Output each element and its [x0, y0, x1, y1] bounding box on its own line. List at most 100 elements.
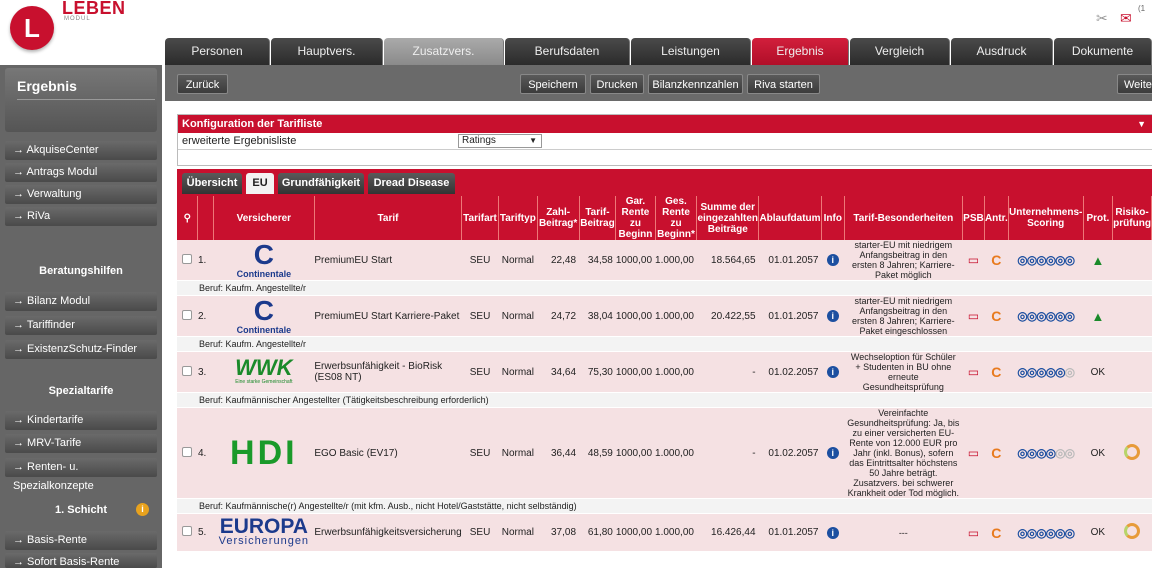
- tab-eu[interactable]: EU: [246, 173, 274, 194]
- risk-check-icon[interactable]: [1124, 443, 1141, 460]
- tab-personen[interactable]: Personen: [165, 38, 270, 65]
- search-icon[interactable]: ⚲: [184, 213, 191, 224]
- save-button[interactable]: Speichern: [520, 74, 586, 94]
- print-button[interactable]: Drucken: [590, 74, 644, 94]
- application-icon[interactable]: C: [991, 525, 1001, 541]
- sidebar-item-mrv-tarife[interactable]: → MRV-Tarife: [5, 434, 157, 453]
- info-icon[interactable]: i: [826, 310, 839, 322]
- row-checkbox[interactable]: [182, 526, 193, 536]
- sidebar-item-verwaltung[interactable]: → Verwaltung: [5, 185, 157, 204]
- psb-cell: ▭: [962, 351, 985, 393]
- application-icon[interactable]: C: [991, 445, 1001, 461]
- sidebar-item-bilanz-modul[interactable]: → Bilanz Modul: [5, 292, 157, 311]
- protokoll-status: OK: [1083, 513, 1113, 552]
- occupation-text: Beruf: Kaufmännischer Angestellter (Täti…: [177, 392, 1152, 408]
- tab-zusatzvers[interactable]: Zusatzvers.: [384, 38, 504, 65]
- tools-icon[interactable]: ✂: [1096, 10, 1108, 27]
- info-icon[interactable]: i: [826, 447, 839, 459]
- warning-icon[interactable]: ▲: [1091, 309, 1104, 324]
- info-cell: i: [821, 513, 845, 552]
- sidebar-item-riva[interactable]: → RiVa: [5, 207, 157, 226]
- ges-rente: 1.000,00: [655, 295, 697, 337]
- tab-ausdruck[interactable]: Ausdruck: [951, 38, 1053, 65]
- info-icon[interactable]: i: [826, 526, 839, 539]
- results-table-container: ⚲ Versicherer Tarif Tarifart Tariftyp Za…: [177, 196, 1152, 568]
- tab-uebersicht[interactable]: Übersicht: [182, 173, 242, 194]
- risk-check-icon[interactable]: [1124, 523, 1141, 539]
- tarifart: SEU: [461, 513, 499, 552]
- risiko-cell: [1112, 295, 1152, 337]
- row-checkbox[interactable]: [182, 253, 193, 264]
- column-header-versicherer[interactable]: Versicherer: [213, 196, 315, 240]
- column-header-ablaufdatum[interactable]: Ablaufdatum: [758, 196, 822, 240]
- tab-ergebnis[interactable]: Ergebnis: [752, 38, 849, 65]
- antrag-cell: C: [984, 407, 1009, 499]
- column-header-psb: PSB: [962, 196, 985, 240]
- tab-grundfaehigkeit[interactable]: Grundfähigkeit: [278, 173, 364, 194]
- tab-hauptvers[interactable]: Hauptvers.: [271, 38, 383, 65]
- tarif-name: Erwerbsunfähigkeitsversicherung: [314, 513, 462, 552]
- pdf-icon[interactable]: ▭: [968, 253, 979, 267]
- column-header-gar-rente[interactable]: Gar. Rente zu Beginn: [615, 196, 656, 240]
- tab-vergleich[interactable]: Vergleich: [850, 38, 950, 65]
- tab-leistungen[interactable]: Leistungen: [631, 38, 751, 65]
- tab-berufsdaten[interactable]: Berufsdaten: [505, 38, 630, 65]
- info-icon[interactable]: i: [826, 366, 839, 378]
- sidebar-item-kindertarife[interactable]: → Kindertarife: [5, 411, 157, 430]
- toolbar: Zurück Speichern Drucken Bilanzkennzahle…: [165, 65, 1152, 101]
- column-header-summe-beitraege[interactable]: Summe der eingezahlten Beiträge: [696, 196, 760, 240]
- riva-start-button[interactable]: Riva starten: [747, 74, 820, 94]
- application-icon[interactable]: C: [991, 252, 1001, 268]
- ratings-select[interactable]: Ratings ▼: [458, 134, 542, 148]
- column-header-scoring[interactable]: Unternehmens-Scoring: [1008, 196, 1084, 240]
- column-header-tarifbeitrag[interactable]: Tarif-Beitrag: [579, 196, 617, 240]
- sidebar-item-basis-rente[interactable]: → Basis-Rente: [5, 531, 157, 550]
- pdf-icon[interactable]: ▭: [968, 309, 979, 323]
- tariff-config-header[interactable]: Konfiguration der Tarifliste ▼: [178, 115, 1152, 133]
- row-checkbox[interactable]: [182, 446, 193, 457]
- psb-cell: ▭: [962, 240, 985, 281]
- row-checkbox[interactable]: [182, 365, 193, 376]
- sidebar-item-existenzschutz-finder[interactable]: → ExistenzSchutz-Finder: [5, 340, 157, 359]
- tab-dread-disease[interactable]: Dread Disease: [368, 173, 455, 194]
- warning-icon[interactable]: ▲: [1091, 253, 1104, 268]
- app-logo[interactable]: L LEBEN MODUL: [6, 0, 141, 50]
- sidebar-heading-beratungshilfen: Beratungshilfen: [39, 265, 123, 277]
- next-button[interactable]: Weite: [1117, 74, 1152, 94]
- info-icon[interactable]: i: [136, 503, 149, 516]
- row-select-cell: [177, 407, 198, 499]
- info-icon[interactable]: i: [826, 254, 839, 266]
- insurer-logo-continentale: C Continentale: [213, 295, 315, 337]
- pdf-icon[interactable]: ▭: [968, 365, 979, 379]
- sidebar-item-sofort-basis-rente[interactable]: → Sofort Basis-Rente: [5, 553, 157, 568]
- pdf-icon[interactable]: ▭: [968, 446, 979, 460]
- table-row: 2. C Continentale PremiumEU Start Karrier…: [177, 295, 1152, 337]
- sidebar-item-tariffinder[interactable]: → Tariffinder: [5, 316, 157, 335]
- tab-dokumente[interactable]: Dokumente: [1054, 38, 1152, 65]
- chevron-down-icon[interactable]: ▼: [1137, 115, 1146, 133]
- ges-rente: 1.000,00: [655, 240, 697, 281]
- sidebar-item-akquisecenter[interactable]: → AkquiseCenter: [5, 141, 157, 160]
- column-header-protokoll: Prot.: [1083, 196, 1114, 240]
- column-header-ges-rente[interactable]: Ges. Rente zu Beginn*: [655, 196, 698, 240]
- zahlbeitrag: 22,48: [537, 240, 580, 281]
- occupation-text: Beruf: Kaufm. Angestellte/r: [177, 336, 1152, 352]
- psb-cell: ▭: [962, 295, 985, 337]
- main-tabs: Personen Hauptvers. Zusatzvers. Berufsda…: [165, 38, 1152, 65]
- ablaufdatum: 01.01.2057: [758, 240, 822, 281]
- search-column-header[interactable]: ⚲: [177, 196, 199, 240]
- column-header-zahlbeitrag[interactable]: Zahl-Beitrag*: [537, 196, 580, 240]
- column-header-tariftyp[interactable]: Tariftyp: [498, 196, 538, 240]
- row-checkbox[interactable]: [182, 309, 193, 320]
- insurer-logo-continentale: C Continentale: [213, 240, 315, 281]
- back-button[interactable]: Zurück: [177, 74, 228, 94]
- column-header-tarif[interactable]: Tarif: [314, 196, 463, 240]
- balance-figures-button[interactable]: Bilanzkennzahlen: [648, 74, 743, 94]
- mail-icon[interactable]: ✉: [1120, 10, 1132, 27]
- sidebar-item-renten-spezialkonzepte[interactable]: → Renten- u. Spezialkonzepte: [5, 458, 157, 492]
- column-header-tarifart[interactable]: Tarifart: [461, 196, 499, 240]
- application-icon[interactable]: C: [991, 308, 1001, 324]
- sidebar-item-antrags-modul[interactable]: → Antrags Modul: [5, 163, 157, 182]
- pdf-icon[interactable]: ▭: [968, 526, 979, 540]
- application-icon[interactable]: C: [991, 364, 1001, 380]
